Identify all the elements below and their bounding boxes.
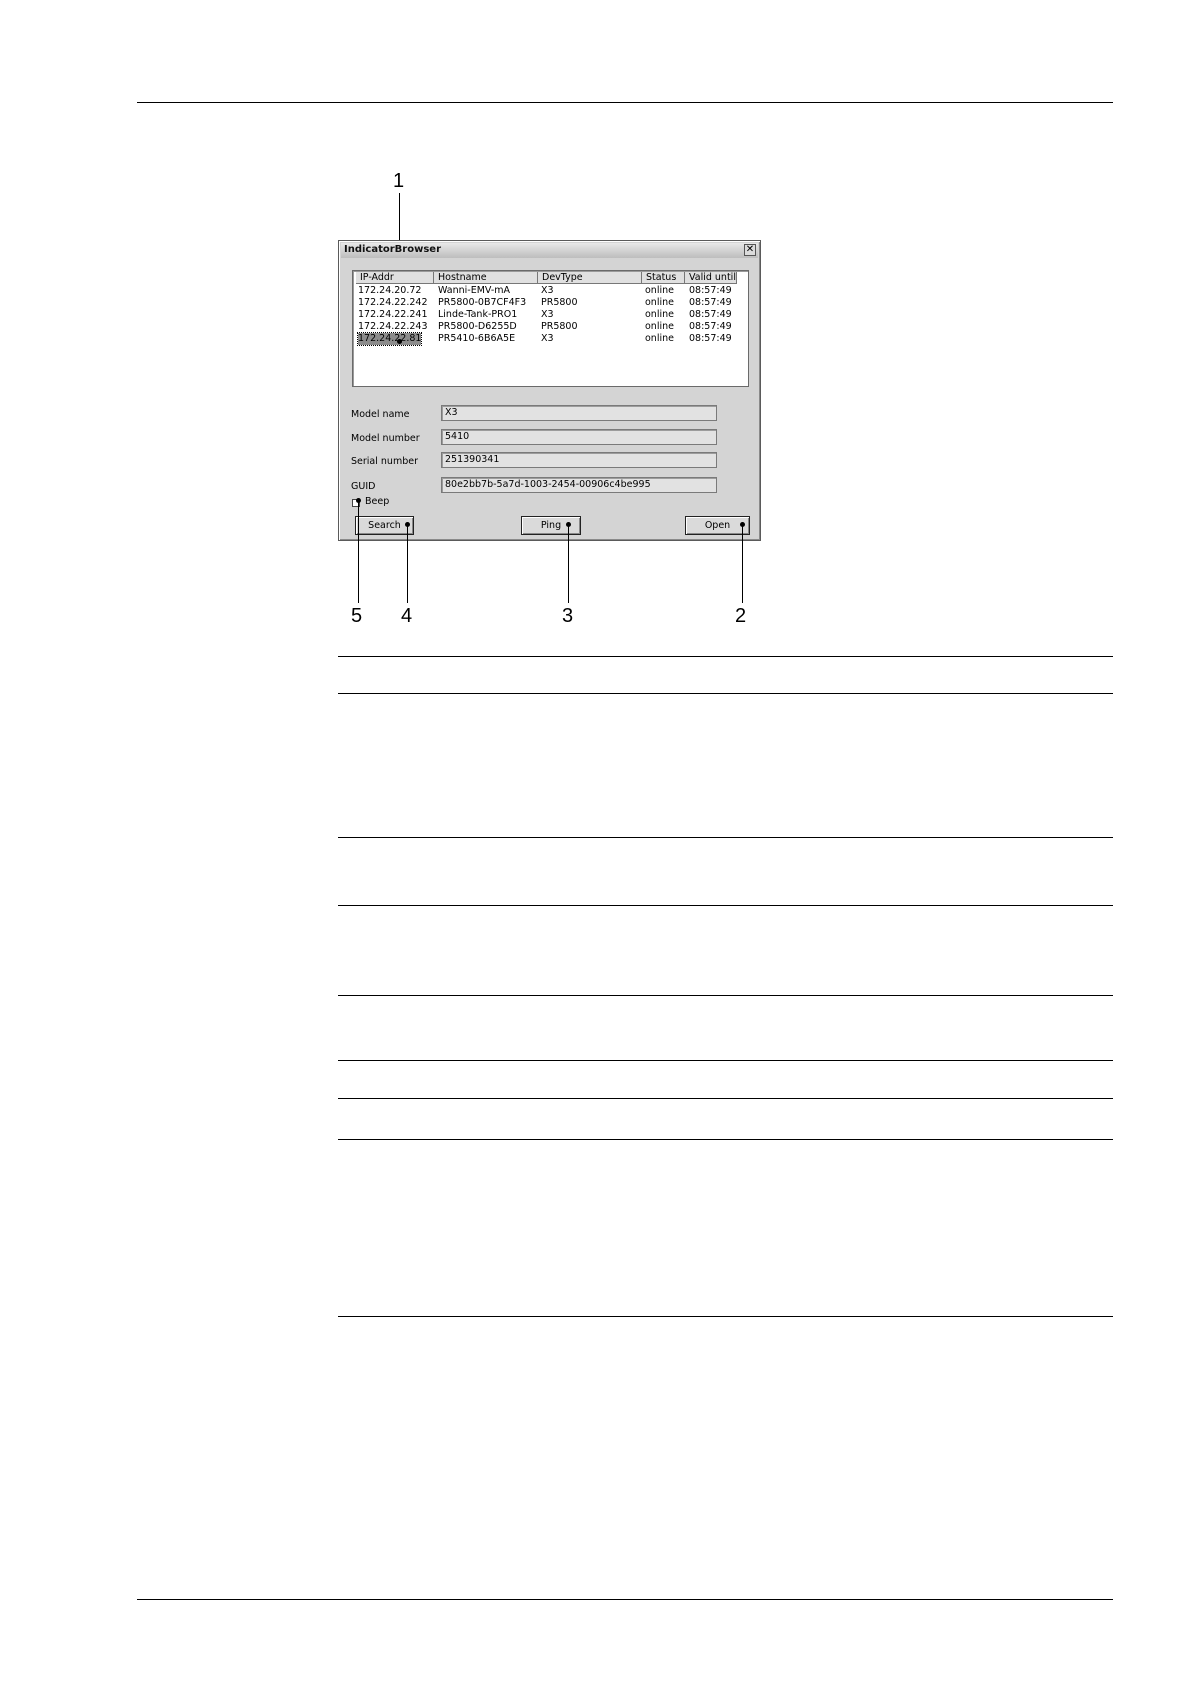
table-rule-4 <box>338 905 1113 906</box>
cell-devtype: X3 <box>541 333 554 344</box>
cell-devtype: PR5800 <box>541 297 578 308</box>
table-rule-8 <box>338 1139 1113 1140</box>
cell-valid-until: 08:57:49 <box>689 333 732 344</box>
table-rule-7 <box>338 1098 1113 1099</box>
cell-hostname: PR5800-0B7CF4F3 <box>438 297 527 308</box>
cell-status: online <box>645 333 674 344</box>
beep-label: Beep <box>365 496 390 507</box>
cell-status: online <box>645 297 674 308</box>
guid-field: 80e2bb7b-5a7d-1003-2454-00906c4be995 <box>441 477 717 493</box>
callout-dot-1 <box>397 339 402 344</box>
serial-number-field: 251390341 <box>441 452 717 468</box>
column-header-ip[interactable]: IP-Addr <box>356 272 434 284</box>
column-header-devtype[interactable]: DevType <box>538 272 642 284</box>
cell-hostname: PR5800-D6255D <box>438 321 517 332</box>
model-name-field: X3 <box>441 405 717 421</box>
dialog-title: IndicatorBrowser <box>344 244 442 255</box>
column-header-valid-until[interactable]: Valid until <box>685 272 737 284</box>
model-name-label: Model name <box>351 409 410 420</box>
callout-leader-4 <box>407 525 408 603</box>
table-rule-1 <box>338 656 1113 657</box>
table-rule-6 <box>338 1060 1113 1061</box>
list-header: IP-Addr Hostname DevType Status Valid un… <box>356 272 737 285</box>
callout-leader-5 <box>358 501 359 603</box>
dialog-titlebar: IndicatorBrowser ✕ <box>341 243 758 258</box>
indicator-browser-dialog: IndicatorBrowser ✕ IP-Addr Hostname DevT… <box>338 240 761 541</box>
callout-dot-2 <box>740 522 745 527</box>
serial-number-label: Serial number <box>351 456 418 467</box>
callout-leader-2 <box>742 525 743 603</box>
cell-devtype: X3 <box>541 285 554 296</box>
cell-ip: 172.24.20.72 <box>358 285 422 296</box>
cell-status: online <box>645 309 674 320</box>
footer-rule <box>137 1599 1113 1600</box>
callout-dot-4 <box>405 522 410 527</box>
close-icon[interactable]: ✕ <box>744 244 756 256</box>
cell-hostname: Linde-Tank-PRO1 <box>438 309 518 320</box>
cell-ip: 172.24.22.241 <box>358 309 428 320</box>
cell-devtype: X3 <box>541 309 554 320</box>
cell-ip: 172.24.22.243 <box>358 321 428 332</box>
cell-valid-until: 08:57:49 <box>689 285 732 296</box>
model-number-label: Model number <box>351 433 420 444</box>
guid-label: GUID <box>351 481 376 492</box>
cell-devtype: PR5800 <box>541 321 578 332</box>
table-rule-2 <box>338 693 1113 694</box>
table-rule-9 <box>338 1316 1113 1317</box>
cell-status: online <box>645 321 674 332</box>
callout-dot-3 <box>566 522 571 527</box>
cell-ip: 172.24.22.242 <box>358 297 428 308</box>
callout-number-1: 1 <box>393 170 405 192</box>
callout-leader-3 <box>568 525 569 603</box>
ping-button[interactable]: Ping <box>521 516 581 535</box>
callout-number-2: 2 <box>735 605 747 627</box>
cell-hostname: Wanni-EMV-mA <box>438 285 511 296</box>
header-rule <box>137 102 1113 103</box>
cell-hostname: PR5410-6B6A5E <box>438 333 516 344</box>
callout-dot-5 <box>356 498 361 503</box>
callout-number-3: 3 <box>562 605 574 627</box>
callout-number-5: 5 <box>351 605 363 627</box>
cell-status: online <box>645 285 674 296</box>
column-header-hostname[interactable]: Hostname <box>434 272 538 284</box>
table-rule-3 <box>338 837 1113 838</box>
cell-valid-until: 08:57:49 <box>689 297 732 308</box>
model-number-field: 5410 <box>441 429 717 445</box>
table-rule-5 <box>338 995 1113 996</box>
column-header-status[interactable]: Status <box>642 272 685 284</box>
cell-valid-until: 08:57:49 <box>689 321 732 332</box>
callout-number-4: 4 <box>401 605 413 627</box>
cell-ip: 172.24.22.81 <box>356 332 423 346</box>
device-list[interactable]: IP-Addr Hostname DevType Status Valid un… <box>352 270 749 387</box>
cell-valid-until: 08:57:49 <box>689 309 732 320</box>
